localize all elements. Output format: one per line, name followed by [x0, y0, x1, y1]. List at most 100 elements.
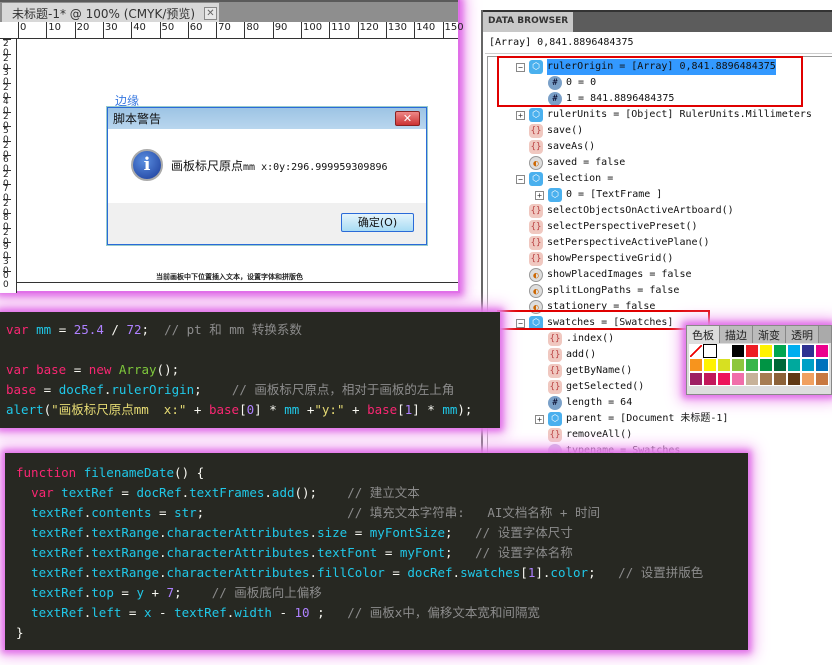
- swatch[interactable]: [801, 358, 815, 372]
- swatch[interactable]: [787, 372, 801, 386]
- swatch[interactable]: [731, 344, 745, 358]
- code-token: new: [88, 362, 119, 377]
- swatch[interactable]: [689, 344, 703, 358]
- swatch[interactable]: [759, 344, 773, 358]
- swatch[interactable]: [759, 358, 773, 372]
- swatch[interactable]: [703, 358, 717, 372]
- tree-row[interactable]: + ⬡ parent = [Document 未标题-1]: [535, 411, 728, 427]
- code-token: myFontSize: [369, 525, 446, 540]
- tree-row[interactable]: {} selectObjectsOnActiveArtboard(): [516, 203, 734, 219]
- tab-data-browser[interactable]: DATA BROWSER: [483, 12, 573, 32]
- code-token: =: [384, 565, 408, 580]
- tree-row[interactable]: {} removeAll(): [535, 427, 632, 443]
- swatch[interactable]: [787, 358, 801, 372]
- value-field[interactable]: [Array] 0,841.8896484375: [485, 34, 832, 54]
- dialog-close-button[interactable]: ✕: [395, 111, 420, 126]
- bool-type-icon: ◐: [529, 284, 543, 298]
- swatch[interactable]: [787, 344, 801, 358]
- code-token: =: [121, 605, 144, 620]
- tree-row[interactable]: {} showPerspectiveGrid(): [516, 251, 673, 267]
- tree-row-label: splitLongPaths = false: [547, 285, 680, 296]
- swatch[interactable]: [801, 344, 815, 358]
- code-token: 0: [246, 402, 255, 417]
- swatch[interactable]: [773, 372, 787, 386]
- swatch[interactable]: [689, 358, 703, 372]
- code-token: Array: [118, 362, 157, 377]
- tree-row[interactable]: {} save(): [516, 123, 583, 139]
- swatch-grid: [687, 343, 831, 387]
- artboard-edge: [17, 282, 458, 283]
- swatch[interactable]: [745, 344, 759, 358]
- code-token: mm: [284, 402, 300, 417]
- swatch[interactable]: [801, 372, 815, 386]
- code-token: +: [299, 402, 315, 417]
- tree-row[interactable]: {} .index(): [535, 331, 614, 347]
- close-tab-icon[interactable]: ✕: [204, 7, 217, 20]
- tree-row[interactable]: {} saveAs(): [516, 139, 595, 155]
- swatch[interactable]: [731, 372, 745, 386]
- swatches-tab[interactable]: 渐变: [753, 326, 786, 343]
- tree-row[interactable]: ◐ splitLongPaths = false: [516, 283, 679, 299]
- swatch[interactable]: [759, 372, 773, 386]
- code-snippet-filename-date: function filenameDate() { var textRef = …: [5, 453, 748, 650]
- code-token: -: [271, 605, 295, 620]
- swatch[interactable]: [703, 344, 717, 358]
- document-tab[interactable]: 未标题-1* @ 100% (CMYK/预览) ✕: [2, 3, 219, 24]
- expand-toggle-icon[interactable]: +: [535, 190, 544, 200]
- tree-row[interactable]: ◐ saved = false: [516, 155, 625, 171]
- fn-type-icon: {}: [529, 252, 543, 266]
- swatches-tab[interactable]: 透明: [786, 326, 819, 343]
- tree-row[interactable]: {} selectPerspectivePreset(): [516, 219, 698, 235]
- expand-toggle-icon[interactable]: −: [516, 174, 525, 184]
- fn-type-icon: {}: [548, 428, 562, 442]
- info-icon: i: [131, 149, 163, 181]
- ruler-tick-label: 140: [414, 22, 435, 38]
- code-token: ] *: [412, 402, 443, 417]
- swatch[interactable]: [703, 372, 717, 386]
- swatch[interactable]: [731, 358, 745, 372]
- code-token: /: [103, 322, 127, 337]
- tree-row-label: selectObjectsOnActiveArtboard(): [547, 205, 734, 216]
- code-token: base: [367, 402, 398, 417]
- tree-row[interactable]: ◐ showPlacedImages = false: [516, 267, 692, 283]
- tree-row-label: setPerspectiveActivePlane(): [547, 237, 710, 248]
- code-snippet-ruler-origin: var mm = 25.4 / 72; // pt 和 mm 转换系数 var b…: [0, 312, 500, 428]
- ok-button[interactable]: 确定(O): [341, 213, 414, 232]
- expand-toggle-icon[interactable]: +: [516, 110, 525, 120]
- swatch[interactable]: [745, 372, 759, 386]
- obj-type-icon: ⬡: [548, 188, 562, 202]
- swatches-tab[interactable]: 描边: [720, 326, 753, 343]
- document-tab-title: 未标题-1* @ 100% (CMYK/预览): [12, 7, 196, 21]
- swatch[interactable]: [717, 344, 731, 358]
- tree-row[interactable]: + ⬡ 0 = [TextFrame ]: [535, 187, 662, 203]
- swatch[interactable]: [815, 372, 829, 386]
- tree-row[interactable]: + ⬡ rulerUnits = [Object] RulerUnits.Milli…: [516, 107, 812, 123]
- swatches-tab[interactable]: 色板: [687, 326, 720, 343]
- code-token: left: [91, 605, 122, 620]
- swatch[interactable]: [745, 358, 759, 372]
- tree-row[interactable]: {} getByName(): [535, 363, 632, 379]
- expand-toggle-icon[interactable]: +: [535, 414, 544, 424]
- swatch[interactable]: [689, 372, 703, 386]
- tree-row[interactable]: {} add(): [535, 347, 596, 363]
- fn-type-icon: {}: [548, 364, 562, 378]
- swatch[interactable]: [773, 358, 787, 372]
- tree-row[interactable]: # length = 64: [535, 395, 632, 411]
- object-tree[interactable]: − ⬡ rulerOrigin = [Array] 0,841.8896484375…: [487, 56, 832, 470]
- code-token: ();: [156, 362, 180, 377]
- swatch[interactable]: [717, 358, 731, 372]
- code-token: mm: [442, 402, 458, 417]
- swatch[interactable]: [815, 344, 829, 358]
- code-token: // 建立文本: [347, 485, 420, 500]
- swatch[interactable]: [815, 358, 829, 372]
- swatch[interactable]: [773, 344, 787, 358]
- code-line: var base = new Array();: [6, 360, 494, 380]
- code-token: =: [347, 525, 370, 540]
- swatch[interactable]: [717, 372, 731, 386]
- message-value: mm x:0y:296.999959309896: [243, 162, 388, 173]
- tree-row[interactable]: − ⬡ selection =: [516, 171, 613, 187]
- tree-row[interactable]: {} getSelected(): [535, 379, 644, 395]
- code-token: // 填充文本字符串: AI文档名称 + 时间: [347, 505, 600, 520]
- tree-row[interactable]: {} setPerspectiveActivePlane(): [516, 235, 710, 251]
